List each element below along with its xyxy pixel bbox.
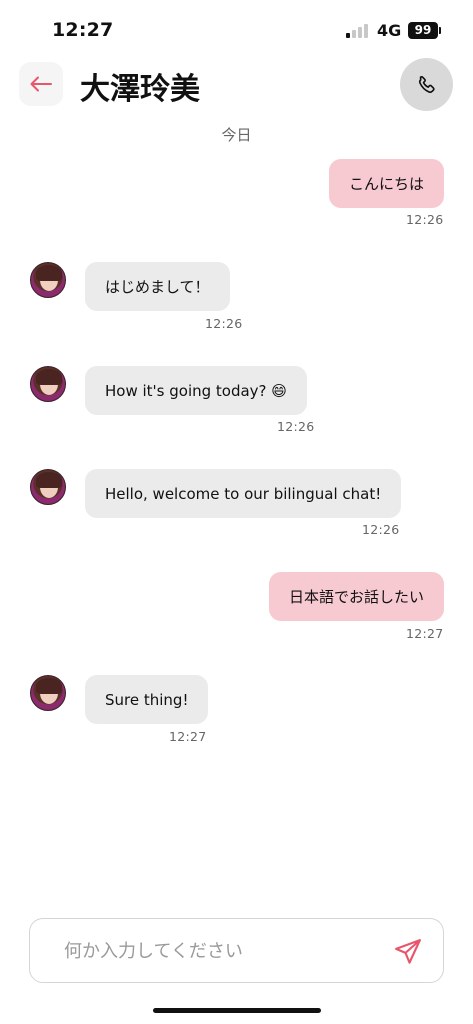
day-separator: 今日	[221, 126, 252, 144]
message-input[interactable]	[64, 937, 364, 965]
message-time: 12:26	[205, 316, 243, 331]
message-time: 12:27	[406, 626, 444, 641]
battery-icon: 99	[408, 22, 441, 39]
message-time: 12:26	[277, 419, 315, 434]
call-button[interactable]	[400, 58, 453, 111]
message-time: 12:27	[169, 729, 207, 744]
incoming-message-bubble[interactable]: Sure thing!	[85, 675, 209, 724]
outgoing-message-bubble[interactable]: こんにちは	[328, 159, 444, 208]
message-time: 12:26	[406, 212, 444, 227]
message-text: How it's going today? 😄	[105, 381, 287, 400]
phone-icon	[418, 75, 435, 93]
message-composer	[29, 918, 444, 983]
status-time: 12:27	[52, 19, 114, 41]
contact-avatar[interactable]	[30, 675, 66, 711]
contact-avatar[interactable]	[30, 366, 66, 402]
network-type: 4G	[377, 21, 402, 40]
signal-strength-icon	[346, 24, 370, 38]
send-button[interactable]	[391, 935, 425, 969]
contact-name: 大澤玲美	[80, 72, 200, 107]
chat-header: 大澤玲美	[0, 58, 473, 111]
message-text: はじめまして！	[105, 278, 210, 296]
message-text: こんにちは	[348, 175, 424, 193]
chat-screen: 12:27 4G 99 大澤玲美 今日 こんにちは 12:26 はじめまして！ …	[0, 0, 473, 1024]
back-button[interactable]	[19, 62, 63, 106]
message-time: 12:26	[362, 522, 400, 537]
incoming-message-bubble[interactable]: How it's going today? 😄	[85, 366, 307, 415]
battery-level: 99	[414, 23, 432, 37]
arrow-left-icon	[30, 76, 52, 92]
incoming-message-bubble[interactable]: Hello, welcome to our bilingual chat!	[85, 469, 402, 518]
incoming-message-bubble[interactable]: はじめまして！	[85, 262, 230, 311]
status-bar: 12:27 4G 99	[0, 0, 473, 58]
send-icon	[395, 939, 421, 964]
home-indicator[interactable]	[153, 1008, 321, 1013]
message-text: Sure thing!	[105, 690, 189, 709]
outgoing-message-bubble[interactable]: 日本語でお話したい	[268, 572, 444, 621]
message-text: 日本語でお話したい	[288, 588, 424, 606]
contact-avatar[interactable]	[30, 262, 66, 298]
contact-avatar[interactable]	[30, 469, 66, 505]
message-text: Hello, welcome to our bilingual chat!	[105, 484, 382, 503]
